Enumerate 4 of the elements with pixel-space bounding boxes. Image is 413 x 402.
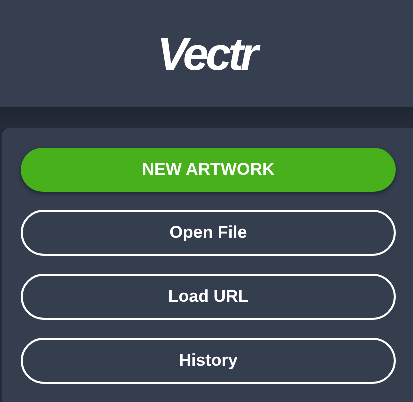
menu-button[interactable]: Load URL bbox=[21, 274, 396, 320]
logo: Vectr bbox=[157, 30, 256, 76]
menu-button[interactable]: History bbox=[21, 338, 396, 384]
menu-button[interactable]: Open File bbox=[21, 210, 396, 256]
